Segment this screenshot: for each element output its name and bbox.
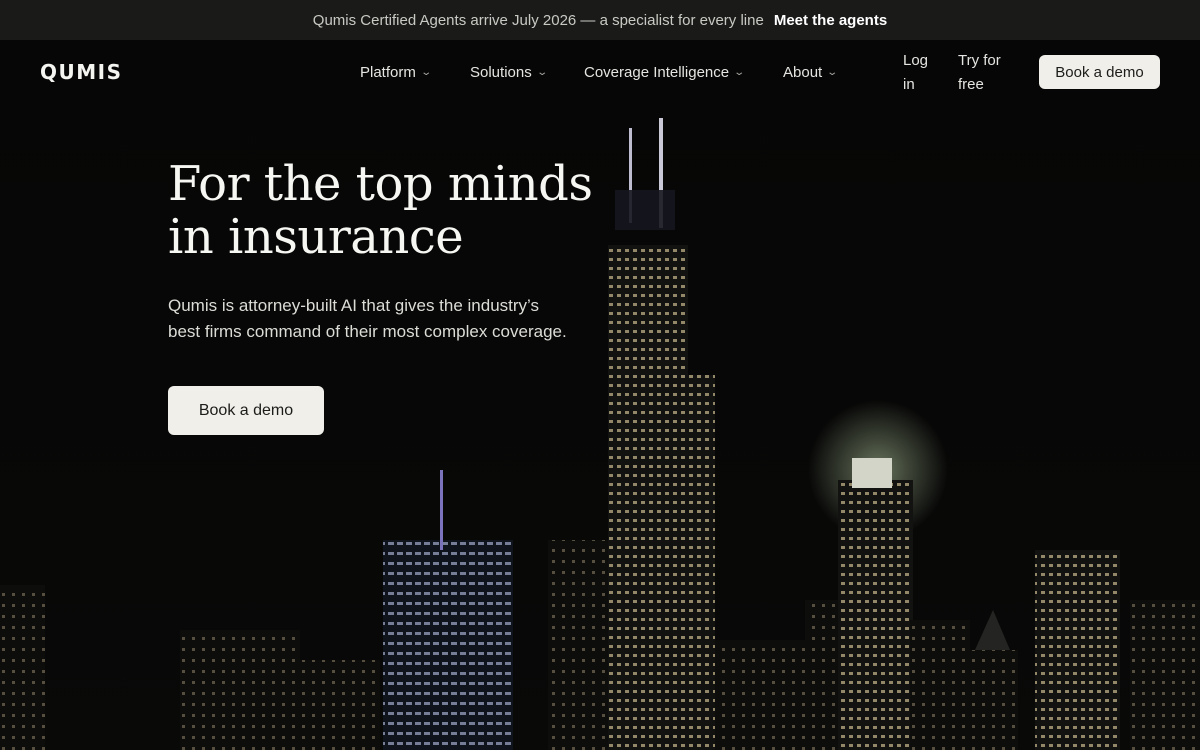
announcement-text: Qumis Certified Agents arrive July 2026 …	[312, 11, 764, 29]
login-link[interactable]: Log in	[903, 49, 928, 97]
nav-item-coverage-intelligence[interactable]: Coverage Intelligence ⌄	[584, 64, 746, 81]
nav-item-label: Coverage Intelligence	[584, 64, 730, 81]
hero-subtext-line-2: best firms command of their most complex…	[168, 322, 567, 341]
hero-headline: For the top minds in insurance	[168, 156, 593, 265]
top-navigation: QUMIS Platform ⌄ Solutions ⌄ Coverage In…	[0, 40, 1200, 106]
chevron-down-icon: ⌄	[536, 67, 548, 78]
nav-item-label: Solutions	[470, 64, 532, 81]
hero-subtext: Qumis is attorney-built AI that gives th…	[168, 293, 588, 345]
try-free-label-line-1: Try for	[958, 52, 1001, 69]
qumis-logo[interactable]: QUMIS	[40, 60, 123, 84]
book-demo-hero-button[interactable]: Book a demo	[168, 386, 324, 435]
chevron-down-icon: ⌄	[733, 67, 746, 78]
nav-item-platform[interactable]: Platform ⌄	[360, 64, 432, 81]
nav-item-label: Platform	[360, 64, 416, 81]
login-label-line-1: Log	[903, 52, 929, 69]
nav-item-solutions[interactable]: Solutions ⌄	[470, 64, 548, 81]
book-demo-nav-button[interactable]: Book a demo	[1039, 55, 1160, 89]
hero-subtext-line-1: Qumis is attorney-built AI that gives th…	[168, 296, 540, 315]
chevron-down-icon: ⌄	[420, 67, 432, 78]
try-for-free-link[interactable]: Try for free	[958, 49, 1001, 97]
meet-the-agents-link[interactable]: Meet the agents	[774, 12, 887, 29]
hero-headline-line-2: in insurance	[168, 209, 464, 265]
nav-item-label: About	[783, 64, 823, 81]
try-free-label-line-2: free	[958, 76, 984, 93]
announcement-bar: Qumis Certified Agents arrive July 2026 …	[0, 0, 1200, 40]
login-label-line-2: in	[903, 76, 915, 93]
nav-item-about[interactable]: About ⌄	[783, 64, 839, 81]
chevron-down-icon: ⌄	[826, 67, 839, 78]
hero-headline-line-1: For the top minds	[168, 156, 593, 212]
